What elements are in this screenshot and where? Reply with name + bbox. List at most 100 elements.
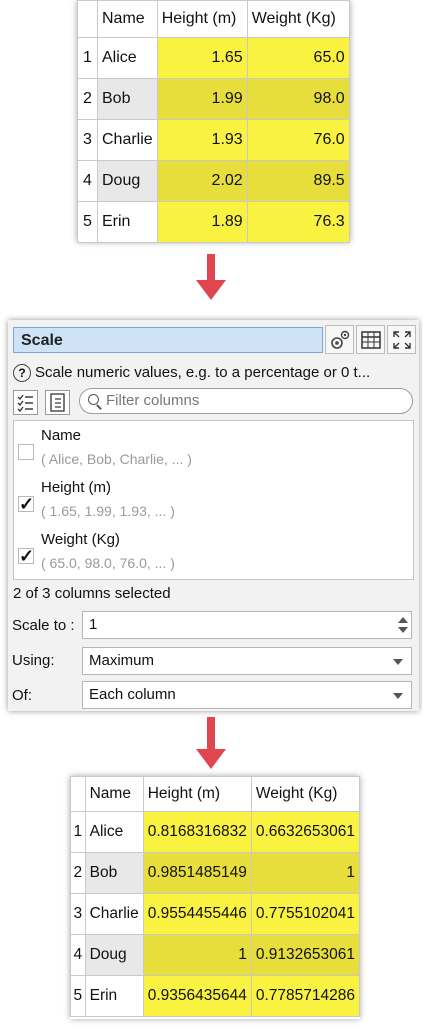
settings-button[interactable] <box>325 325 354 354</box>
height-cell[interactable]: 1.89 <box>156 201 248 243</box>
panel-title: Scale <box>13 327 323 353</box>
row-number: 2 <box>77 78 98 120</box>
search-icon <box>88 394 99 405</box>
table-row: 3 Charlie 1.93 76.0 <box>77 119 350 161</box>
column-checkbox-height[interactable]: ✓ <box>18 495 34 513</box>
column-header-height[interactable]: Height (m) <box>142 776 252 812</box>
height-cell[interactable]: 1.65 <box>156 37 248 79</box>
column-list: Name ( Alice, Bob, Charlie, ... ) ✓ Heig… <box>13 420 414 580</box>
row-number: 1 <box>70 811 86 853</box>
using-label: Using: <box>12 652 55 669</box>
height-cell[interactable]: 0.9554455446 <box>142 893 252 935</box>
name-cell[interactable]: Erin <box>97 201 158 243</box>
height-cell[interactable]: 0.9356435644 <box>142 975 252 1017</box>
row-number: 4 <box>77 160 98 202</box>
table-icon <box>360 330 381 349</box>
scale-to-label: Scale to : <box>12 617 75 634</box>
column-checkbox-name[interactable] <box>18 444 34 460</box>
column-name: Height (m) <box>41 479 112 496</box>
select-none-button[interactable] <box>45 390 70 415</box>
gears-icon <box>330 330 349 349</box>
name-cell[interactable]: Charlie <box>97 119 158 161</box>
column-header-weight[interactable]: Weight (Kg) <box>250 776 361 812</box>
output-data-table: Name Height (m) Weight (Kg) 1 Alice 0.81… <box>70 776 361 1019</box>
column-checkbox-weight[interactable]: ✓ <box>18 547 34 565</box>
using-dropdown[interactable]: Maximum <box>82 647 412 675</box>
column-header-weight[interactable]: Weight (Kg) <box>246 0 350 38</box>
name-cell[interactable]: Bob <box>97 78 158 120</box>
name-cell[interactable]: Charlie <box>84 893 144 935</box>
weight-cell[interactable]: 76.0 <box>246 119 350 161</box>
height-cell[interactable]: 2.02 <box>156 160 248 202</box>
table-row: 5 Erin 1.89 76.3 <box>77 201 350 243</box>
weight-cell[interactable]: 0.9132653061 <box>250 934 361 976</box>
column-name: Weight (Kg) <box>41 531 120 548</box>
column-item-height[interactable]: ✓ Height (m) ( 1.65, 1.99, 1.93, ... ) <box>14 476 394 526</box>
column-header-name[interactable]: Name <box>97 0 158 38</box>
scale-transform-panel: Scale ? Scale numeric values, e.g. to a p… <box>8 320 419 711</box>
weight-cell[interactable]: 0.7755102041 <box>250 893 361 935</box>
name-cell[interactable]: Erin <box>84 975 144 1017</box>
height-cell[interactable]: 0.9851485149 <box>142 852 252 894</box>
column-item-weight[interactable]: ✓ Weight (Kg) ( 65.0, 98.0, 76.0, ... ) <box>14 528 394 578</box>
table-row: 4 Doug 2.02 89.5 <box>77 160 350 202</box>
scale-to-spinbox[interactable]: 1 <box>82 611 412 639</box>
name-cell[interactable]: Bob <box>84 852 144 894</box>
spin-arrows-icon[interactable] <box>397 614 409 636</box>
chevron-down-icon <box>393 693 403 699</box>
description-text: ? Scale numeric values, e.g. to a percent… <box>13 362 413 384</box>
data-table-button[interactable] <box>356 325 385 354</box>
weight-cell[interactable]: 1 <box>250 852 361 894</box>
row-number: 5 <box>77 201 98 243</box>
maximize-button[interactable] <box>387 325 416 354</box>
table-row: 1 Alice 1.65 65.0 <box>77 37 350 79</box>
height-cell[interactable]: 1.99 <box>156 78 248 120</box>
name-cell[interactable]: Alice <box>97 37 158 79</box>
row-number: 5 <box>70 975 86 1017</box>
weight-cell[interactable]: 76.3 <box>246 201 350 243</box>
table-row: 2 Bob 0.9851485149 1 <box>70 852 361 894</box>
row-number: 1 <box>77 37 98 79</box>
row-number-header <box>70 776 86 812</box>
using-value: Maximum <box>89 652 155 669</box>
column-header-height[interactable]: Height (m) <box>156 0 248 38</box>
row-number: 3 <box>70 893 86 935</box>
row-number: 2 <box>70 852 86 894</box>
weight-cell[interactable]: 89.5 <box>246 160 350 202</box>
row-number: 4 <box>70 934 86 976</box>
height-cell[interactable]: 1.93 <box>156 119 248 161</box>
list-icon <box>50 393 65 412</box>
row-number: 3 <box>77 119 98 161</box>
select-all-button[interactable] <box>13 390 38 415</box>
weight-cell[interactable]: 0.6632653061 <box>250 811 361 853</box>
selected-count-text: 2 of 3 columns selected <box>13 585 171 602</box>
name-cell[interactable]: Alice <box>84 811 144 853</box>
help-icon[interactable]: ? <box>13 364 31 383</box>
expand-icon <box>392 330 411 349</box>
of-dropdown[interactable]: Each column <box>82 681 412 709</box>
table-row: 3 Charlie 0.9554455446 0.7755102041 <box>70 893 361 935</box>
table-row: 2 Bob 1.99 98.0 <box>77 78 350 120</box>
weight-cell[interactable]: 65.0 <box>246 37 350 79</box>
column-sample: ( 65.0, 98.0, 76.0, ... ) <box>41 555 175 571</box>
filter-columns-input[interactable]: Filter columns <box>79 388 413 414</box>
chevron-down-icon <box>393 659 403 665</box>
weight-cell[interactable]: 98.0 <box>246 78 350 120</box>
column-sample: ( 1.65, 1.99, 1.93, ... ) <box>41 503 175 519</box>
weight-cell[interactable]: 0.7785714286 <box>250 975 361 1017</box>
column-name: Name <box>41 427 82 444</box>
table-row: 1 Alice 0.8168316832 0.6632653061 <box>70 811 361 853</box>
filter-placeholder: Filter columns <box>106 392 200 409</box>
column-sample: ( Alice, Bob, Charlie, ... ) <box>41 451 192 467</box>
column-header-name[interactable]: Name <box>84 776 144 812</box>
of-label: Of: <box>12 687 33 704</box>
table-row: 5 Erin 0.9356435644 0.7785714286 <box>70 975 361 1017</box>
input-data-table: Name Height (m) Weight (Kg) 1 Alice 1.65… <box>77 0 350 243</box>
table-header-row: Name Height (m) Weight (Kg) <box>77 0 350 38</box>
name-cell[interactable]: Doug <box>84 934 144 976</box>
height-cell[interactable]: 1 <box>142 934 252 976</box>
column-item-name[interactable]: Name ( Alice, Bob, Charlie, ... ) <box>14 424 394 474</box>
height-cell[interactable]: 0.8168316832 <box>142 811 252 853</box>
table-row: 4 Doug 1 0.9132653061 <box>70 934 361 976</box>
name-cell[interactable]: Doug <box>97 160 158 202</box>
